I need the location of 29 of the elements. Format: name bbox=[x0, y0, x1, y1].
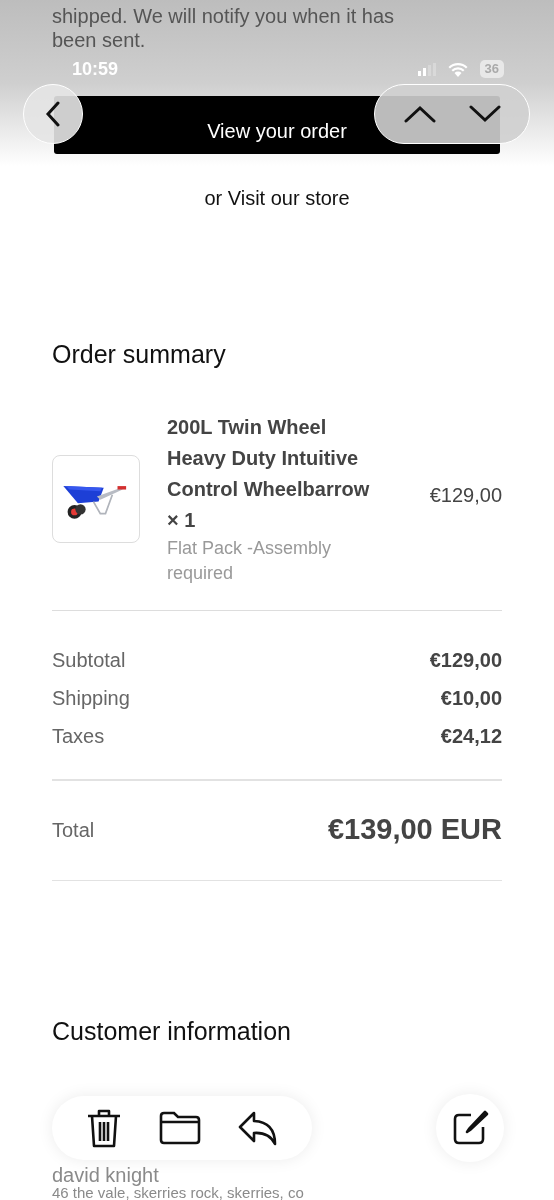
product-variant: Flat Pack -Assembly required bbox=[167, 536, 333, 585]
summary-value: €10,00 bbox=[440, 685, 502, 711]
summary-label: Shipping bbox=[52, 685, 130, 711]
total-value: €139,00 EUR bbox=[327, 812, 502, 848]
reply-button[interactable] bbox=[236, 1109, 279, 1147]
customer-name: david knight bbox=[52, 1164, 159, 1186]
notice-text: shipped. We will notify you when it has bbox=[52, 4, 395, 28]
product-price: €129,00 bbox=[429, 482, 502, 508]
summary-value: €24,12 bbox=[440, 723, 502, 749]
customer-address: 46 the vale, skerries rock, skerries, co bbox=[52, 1186, 304, 1200]
folder-button[interactable] bbox=[158, 1110, 202, 1146]
wifi-icon bbox=[447, 61, 468, 77]
chevron-down-icon bbox=[468, 105, 501, 123]
back-icon bbox=[45, 101, 61, 127]
signal-icon bbox=[417, 62, 436, 76]
section-title: Customer information bbox=[52, 1015, 291, 1047]
summary-label: Taxes bbox=[52, 723, 105, 749]
visit-store-link[interactable]: or Visit our store bbox=[204, 183, 350, 213]
section-title: Order summary bbox=[52, 339, 226, 370]
summary-value: €129,00 bbox=[429, 647, 502, 673]
product-name: 200L Twin Wheel Heavy Duty Intuitive Control Wheelbarrow × 1 bbox=[167, 414, 371, 533]
reply-icon bbox=[236, 1109, 279, 1147]
total-label: Total bbox=[52, 818, 95, 843]
folder-icon bbox=[158, 1110, 202, 1146]
battery-indicator: 36 bbox=[479, 60, 504, 78]
notice-text: been sent. bbox=[52, 28, 146, 52]
summary-label: Subtotal bbox=[52, 647, 126, 673]
chevron-up-icon bbox=[403, 105, 436, 123]
compose-icon bbox=[451, 1109, 489, 1147]
